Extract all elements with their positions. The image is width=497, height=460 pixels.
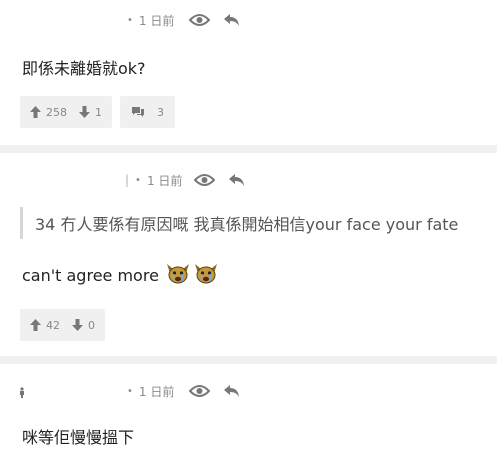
eye-icon[interactable]: [194, 173, 216, 187]
divider: [0, 145, 497, 153]
downvote-count: 0: [88, 318, 95, 332]
post-body: can't agree more: [22, 261, 219, 289]
thumb-up-icon: [30, 106, 41, 118]
post-body-text: can't agree more: [22, 265, 159, 285]
meta-dot: •: [127, 14, 133, 26]
eye-icon[interactable]: [189, 384, 211, 398]
crying-dog-emoji-icon: [193, 261, 219, 289]
post-meta: | • 1 日前: [125, 170, 245, 190]
meta-pipe: |: [125, 173, 130, 187]
quote-block: 34 冇人要係有原因嘅 我真係開始相信your face your fate: [20, 207, 497, 239]
upvote-count: 258: [46, 105, 67, 119]
thumb-down-icon: [72, 319, 83, 331]
vote-box: 42 0: [20, 309, 105, 341]
post-time: 1 日前: [138, 384, 175, 399]
vote-box: 258 1: [20, 96, 112, 128]
post-meta: • 1 日前: [127, 10, 240, 30]
divider: [0, 356, 497, 364]
comment-count: 3: [157, 105, 164, 119]
post-actions: 42 0: [20, 309, 105, 341]
post-3: • 1 日前 咪等佢慢慢搵下: [0, 364, 497, 460]
post-time: 1 日前: [146, 173, 183, 188]
downvote-count: 1: [95, 105, 102, 119]
thumb-down-icon: [79, 106, 90, 118]
upvote-button[interactable]: 42: [30, 319, 60, 332]
reply-arrow-icon[interactable]: [223, 384, 240, 398]
post-body: 咪等佢慢慢搵下: [22, 428, 135, 447]
crying-dog-emoji-icon: [165, 261, 191, 289]
person-icon: [19, 383, 25, 402]
post-2: | • 1 日前 34 冇人要係有原因嘅 我真係開始相信your face yo…: [0, 153, 497, 356]
post-1: • 1 日前 即係未離婚就ok? 258 1 3: [0, 0, 497, 145]
eye-icon[interactable]: [189, 13, 211, 27]
meta-dot: •: [127, 385, 133, 397]
thumb-up-icon: [30, 319, 41, 331]
post-time: 1 日前: [138, 13, 175, 28]
upvote-count: 42: [46, 318, 60, 332]
meta-dot: •: [135, 174, 141, 186]
quote-text: 34 冇人要係有原因嘅 我真係開始相信your face your fate: [35, 215, 459, 234]
post-meta: • 1 日前: [127, 381, 240, 401]
reply-arrow-icon[interactable]: [228, 173, 245, 187]
downvote-button[interactable]: 1: [79, 106, 102, 119]
speech-bubbles-icon: [132, 107, 144, 117]
upvote-button[interactable]: 258: [30, 106, 67, 119]
comment-button[interactable]: 3: [120, 96, 175, 128]
post-body: 即係未離婚就ok?: [22, 59, 146, 78]
reply-arrow-icon[interactable]: [223, 13, 240, 27]
post-actions: 258 1 3: [20, 96, 175, 128]
downvote-button[interactable]: 0: [72, 319, 95, 332]
